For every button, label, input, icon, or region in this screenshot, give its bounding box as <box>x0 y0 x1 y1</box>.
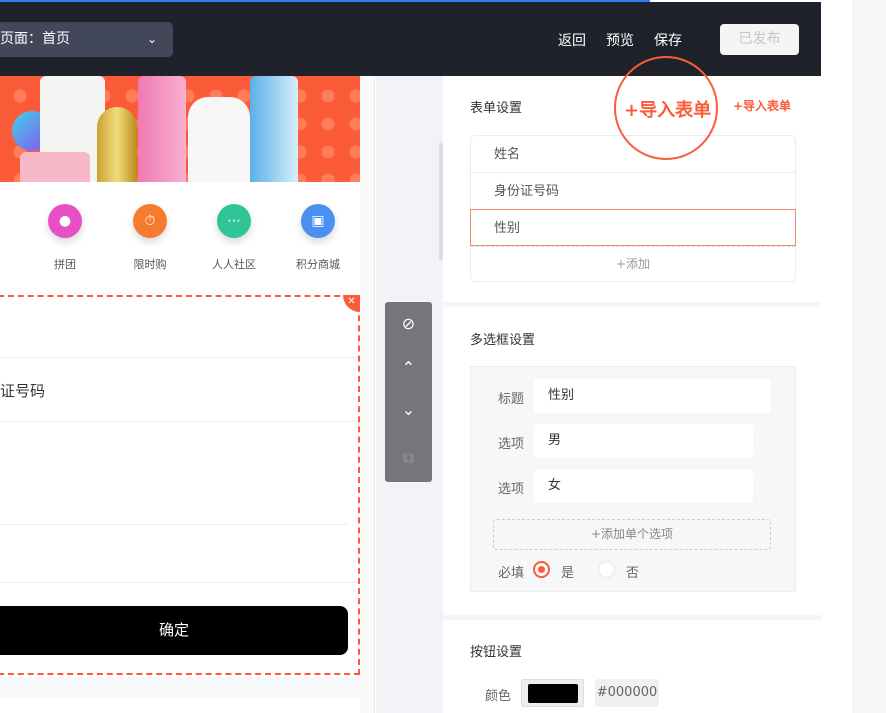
field-item-selected[interactable]: 性别 <box>470 209 796 246</box>
form-settings-title: 表单设置 <box>470 101 523 116</box>
chevron-down-icon[interactable]: ⌄ <box>385 400 432 419</box>
add-option-button[interactable]: +添加单个选项 <box>493 519 771 550</box>
form-field-label: 证号码 <box>0 382 46 400</box>
chevron-up-icon[interactable]: ⌃ <box>385 358 432 377</box>
banner-image[interactable] <box>0 76 360 182</box>
divider <box>0 582 358 583</box>
import-form-link[interactable]: +导入表单 <box>733 97 791 114</box>
divider <box>0 421 358 422</box>
published-button[interactable]: 已发布 <box>720 24 799 55</box>
nav-item-flash-sale[interactable]: ⏱ 限时购 <box>115 204 185 272</box>
divider <box>0 524 348 525</box>
add-field-button[interactable]: +添加 <box>471 246 795 281</box>
chat-icon: ⋯ <box>217 204 251 238</box>
confirm-button[interactable]: 确定 <box>0 606 348 655</box>
nav-item-points-mall[interactable]: ▣ 积分商城 <box>283 204 353 272</box>
save-button[interactable]: 保存 <box>654 30 682 50</box>
form-field-list: 姓名 身份证号码 性别 +添加 <box>470 135 796 282</box>
option-input[interactable]: 女 <box>534 469 753 503</box>
nav-item-group-buy[interactable]: ● 拼团 <box>30 204 100 272</box>
chevron-down-icon: ⌄ <box>146 32 157 46</box>
checkbox-settings-title: 多选框设置 <box>470 333 536 348</box>
eye-off-icon[interactable]: ⊘ <box>385 314 432 333</box>
field-item[interactable]: 身份证号码 <box>471 173 795 210</box>
color-swatch[interactable] <box>521 679 584 707</box>
button-settings-title: 按钮设置 <box>470 645 523 660</box>
preview-button[interactable]: 预览 <box>606 30 634 50</box>
back-button[interactable]: 返回 <box>558 30 586 50</box>
page-select[interactable]: 页面：首页 ⌄ <box>0 22 173 57</box>
required-no-radio[interactable] <box>598 561 615 578</box>
bag-icon: ▣ <box>301 204 335 238</box>
title-input[interactable]: 性别 <box>534 379 771 413</box>
copy-icon[interactable]: ⧉ <box>385 448 432 468</box>
option-input[interactable]: 男 <box>534 424 753 458</box>
color-hex-input[interactable]: #000000 <box>595 679 659 707</box>
magnifier-callout: +导入表单 <box>614 56 718 160</box>
timer-icon: ⏱ <box>133 204 167 238</box>
required-yes-radio[interactable] <box>533 561 550 578</box>
group-icon: ● <box>48 204 82 238</box>
divider <box>0 357 358 358</box>
component-toolbar: ⊘ ⌃ ⌄ ⧉ <box>385 302 432 482</box>
nav-item-community[interactable]: ⋯ 人人社区 <box>199 204 269 272</box>
nav-icons: ● 拼团 ⏱ 限时购 ⋯ 人人社区 ▣ 积分商城 <box>0 182 360 295</box>
